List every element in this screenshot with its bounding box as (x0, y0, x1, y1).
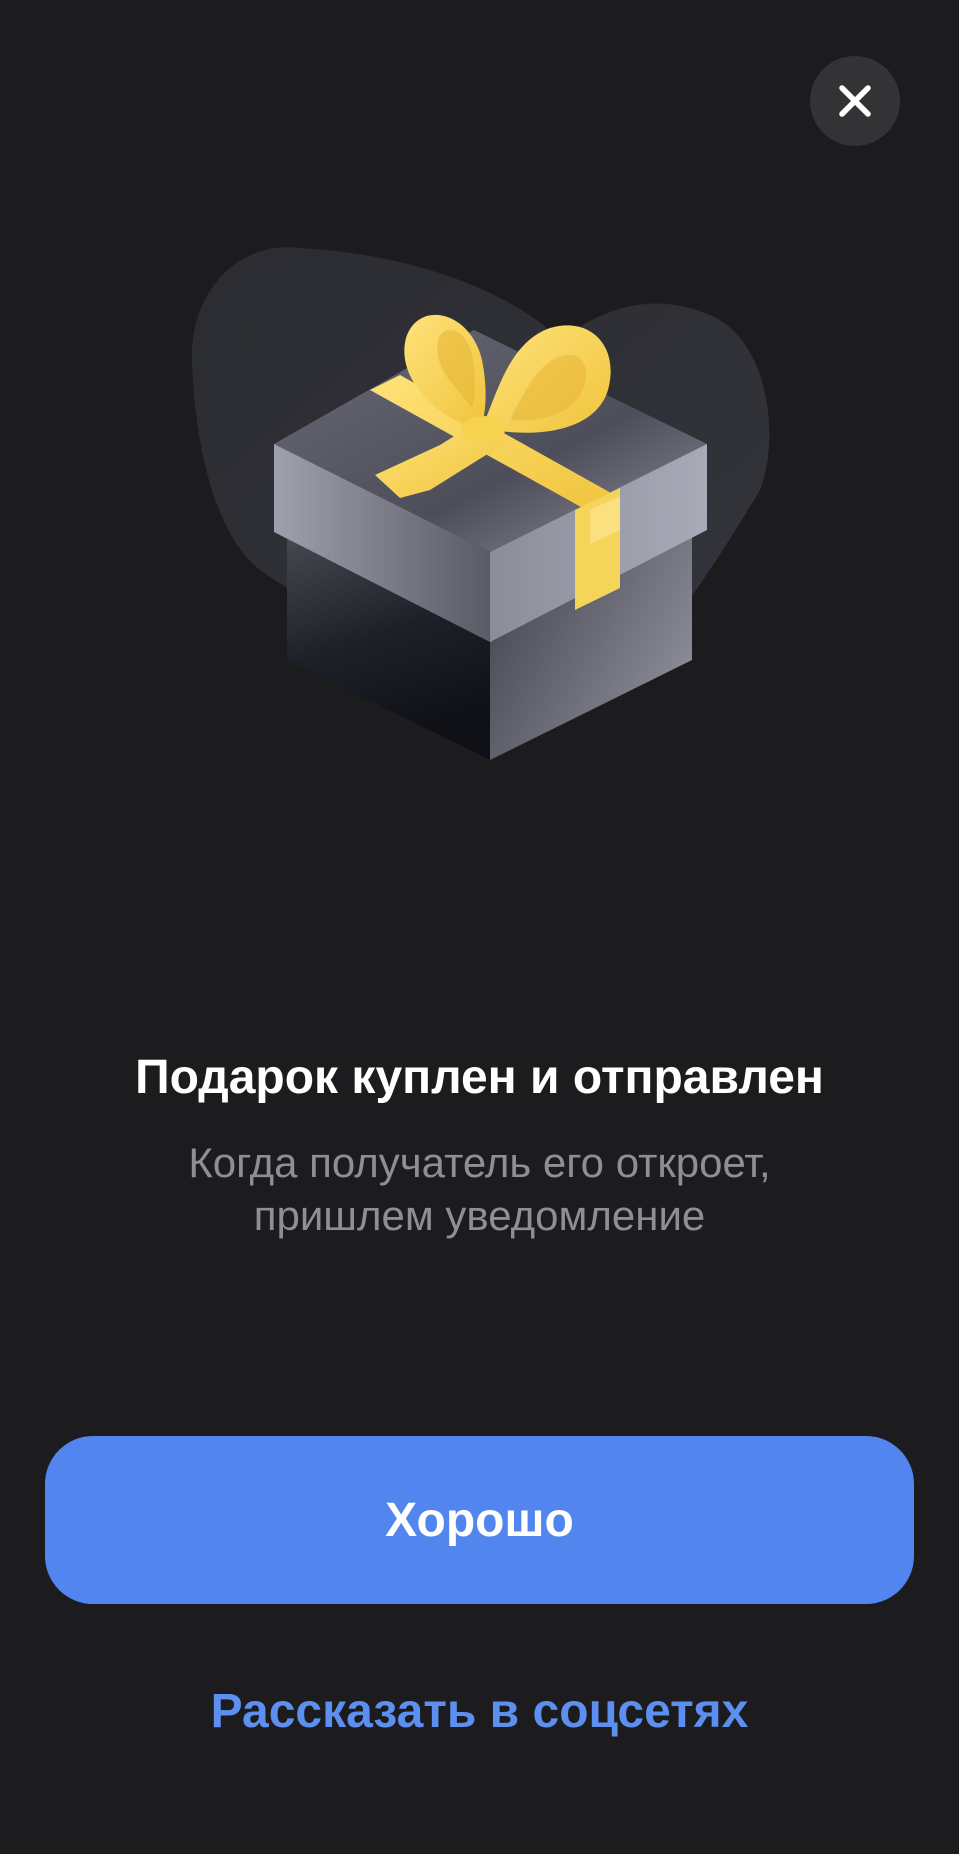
dialog-title: Подарок куплен и отправлен (135, 1051, 824, 1104)
gift-box-icon (191, 247, 770, 760)
ok-button[interactable]: Хорошо (45, 1436, 914, 1604)
share-to-social-link[interactable]: Рассказать в соцсетях (0, 1680, 959, 1744)
dialog-subtitle-line: пришлем уведомление (253, 1192, 706, 1239)
close-icon (839, 85, 871, 117)
dialog-subtitle-line: Когда получатель его откроет, (188, 1139, 771, 1186)
close-button[interactable] (810, 56, 900, 146)
dialog-subtitle: Когда получатель его откроет, пришлем ув… (0, 1136, 959, 1242)
gift-sent-screen: Подарок куплен и отправлен Когда получат… (0, 0, 959, 1854)
